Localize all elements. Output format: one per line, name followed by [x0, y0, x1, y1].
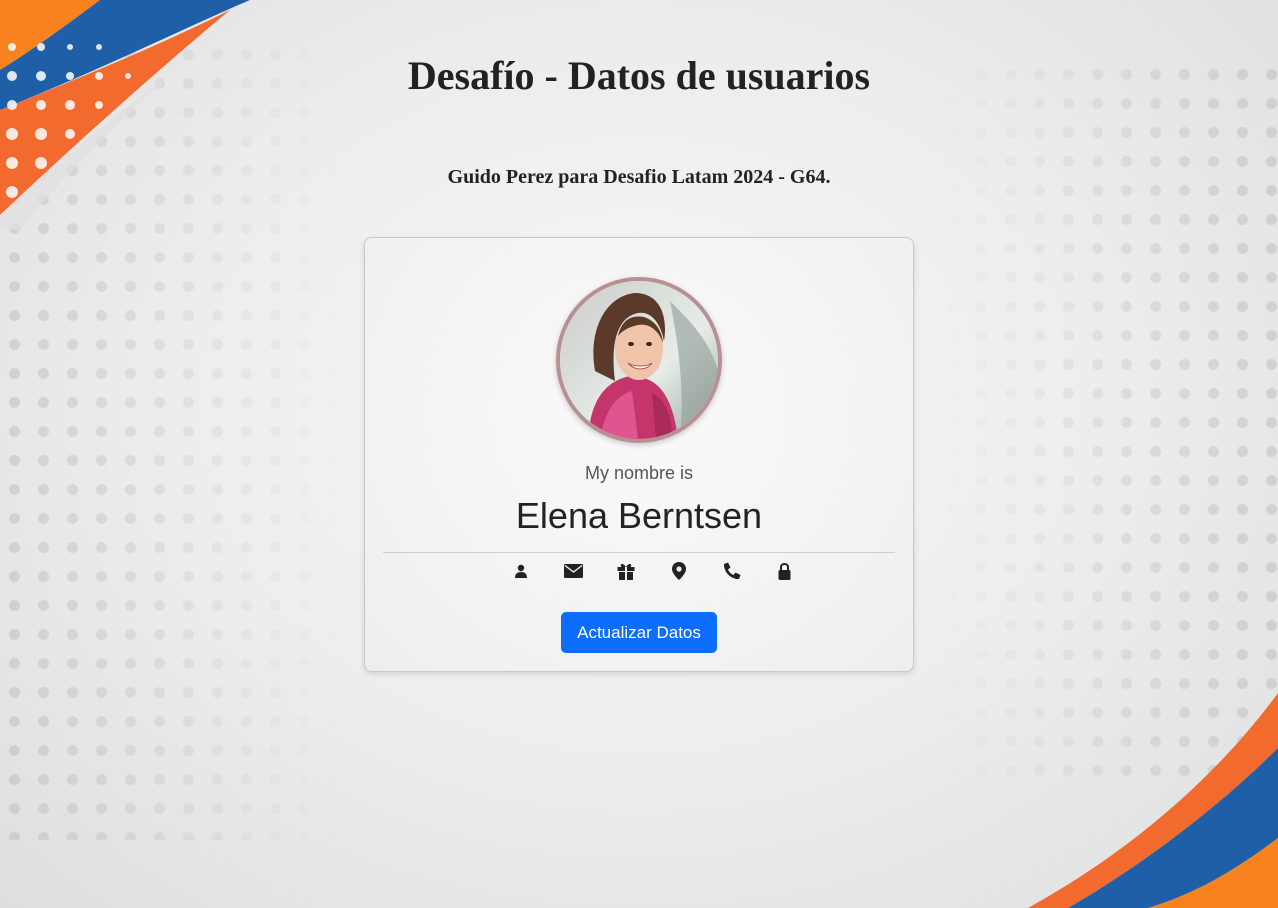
envelope-icon[interactable]	[548, 560, 601, 582]
dot-pattern-left	[0, 40, 340, 840]
user-icon[interactable]	[495, 560, 548, 582]
page-title: Desafío - Datos de usuarios	[407, 53, 871, 98]
corner-decoration-top-left	[0, 0, 250, 230]
map-marker-icon[interactable]	[653, 560, 706, 582]
info-icon-row	[495, 560, 811, 582]
gift-icon[interactable]	[600, 560, 653, 582]
avatar	[556, 277, 722, 443]
corner-decoration-bottom-right	[1028, 693, 1278, 908]
lock-icon[interactable]	[758, 560, 811, 582]
page-subtitle: Guido Perez para Desafio Latam 2024 - G6…	[447, 166, 831, 188]
user-name: Elena Berntsen	[515, 495, 763, 536]
update-data-button[interactable]: Actualizar Datos	[561, 612, 717, 653]
avatar-photo	[560, 281, 718, 439]
divider	[383, 552, 895, 553]
phone-icon[interactable]	[705, 560, 758, 582]
name-label: My nombre is	[584, 463, 694, 483]
user-card: My nombre is Elena Berntsen Actualizar D…	[364, 237, 914, 672]
